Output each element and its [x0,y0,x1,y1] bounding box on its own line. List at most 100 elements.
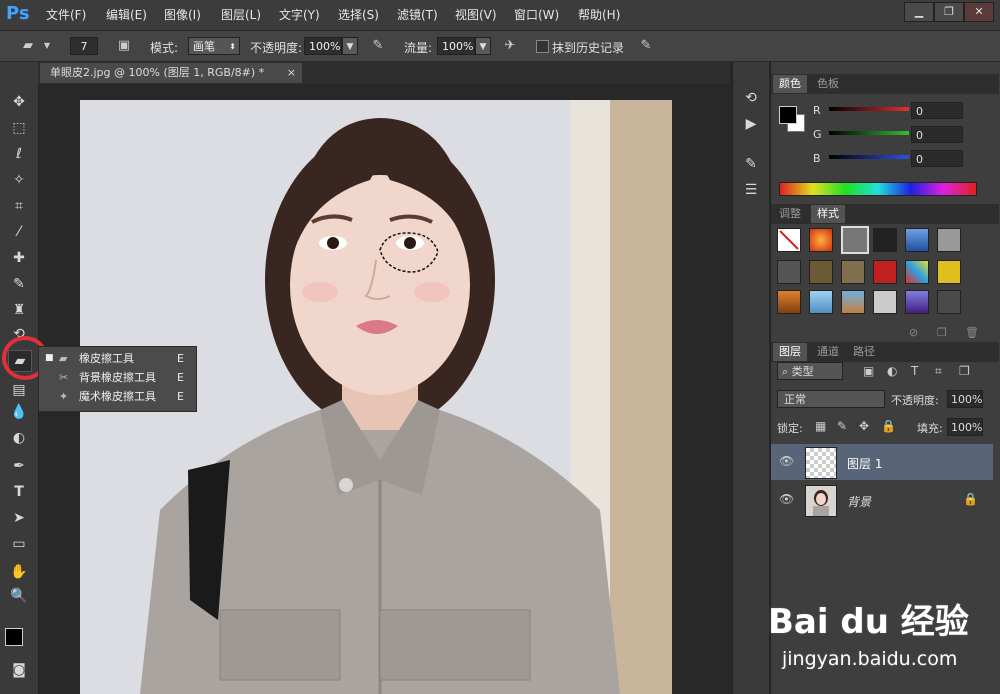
channel-b-input[interactable]: 0 [911,150,963,167]
flyout-item-background-eraser[interactable]: ✂ 背景橡皮擦工具 E [39,368,194,387]
lock-transparency-icon[interactable]: ▦ [815,419,826,433]
brush-presets-icon[interactable]: ✎ [740,154,762,174]
channel-r-input[interactable]: 0 [911,102,963,119]
actions-play-icon[interactable]: ▶ [740,114,762,134]
style-swatch-7[interactable] [777,260,801,284]
menu-image[interactable]: 图像(I) [164,6,201,23]
quick-mask-icon[interactable]: ◙ [8,660,30,680]
opacity-dropdown-icon[interactable]: ▼ [342,37,358,55]
style-swatch-15[interactable] [841,290,865,314]
pressure-size-icon[interactable]: ✎ [636,38,656,54]
tab-adjustments[interactable]: 调整 [773,205,807,223]
style-swatch-11[interactable] [905,260,929,284]
opacity-input[interactable]: 100% [304,37,342,55]
blur-tool-icon[interactable]: 💧 [8,402,30,422]
channel-r-slider[interactable] [829,107,909,111]
history-panel-icon[interactable]: ⟲ [740,88,762,108]
style-swatch-14[interactable] [809,290,833,314]
filter-shape-icon[interactable]: ⌗ [935,364,942,379]
type-tool-icon[interactable]: T [8,482,30,502]
color-spectrum-bar[interactable] [779,182,977,196]
hand-tool-icon[interactable]: ✋ [8,562,30,582]
blend-mode-select[interactable]: 正常 [777,390,885,408]
tab-color[interactable]: 颜色 [773,75,807,93]
tab-channels[interactable]: 通道 [811,343,845,361]
delete-style-icon[interactable]: 🗑 [965,326,979,339]
crop-tool-icon[interactable]: ⌗ [8,196,30,216]
marquee-tool-icon[interactable]: ⬚ [8,118,30,138]
menu-edit[interactable]: 编辑(E) [106,6,147,23]
flow-input[interactable]: 100% [437,37,475,55]
tab-paths[interactable]: 路径 [847,343,881,361]
style-swatch-5[interactable] [905,228,929,252]
move-tool-icon[interactable]: ✥ [8,92,30,112]
filter-smart-icon[interactable]: ❐ [959,364,970,378]
new-style-icon[interactable]: ❐ [937,326,947,339]
style-swatch-6[interactable] [937,228,961,252]
fill-input[interactable]: 100% [947,418,983,436]
menu-help[interactable]: 帮助(H) [578,6,620,23]
tab-swatches[interactable]: 色板 [811,75,845,93]
restore-icon[interactable]: ❐ [934,2,964,22]
close-tab-icon[interactable]: × [287,63,296,83]
layer-row-background[interactable]: 👁 背景 🔒 [771,482,993,518]
visibility-eye-icon[interactable]: 👁 [779,492,794,506]
style-swatch-16[interactable] [873,290,897,314]
channel-b-slider[interactable] [829,155,909,159]
dodge-tool-icon[interactable]: ◐ [8,428,30,448]
document-tab[interactable]: 单眼皮2.jpg @ 100% (图层 1, RGB/8#) * × [40,63,302,83]
path-select-tool-icon[interactable]: ➤ [8,508,30,528]
stamp-tool-icon[interactable]: ♜ [8,300,30,320]
style-swatch-3[interactable] [841,226,869,254]
menu-file[interactable]: 文件(F) [46,6,86,23]
style-swatch-8[interactable] [809,260,833,284]
menu-filter[interactable]: 滤镜(T) [397,6,438,23]
style-swatch-9[interactable] [841,260,865,284]
layer-opacity-input[interactable]: 100% [947,390,983,408]
minimize-icon[interactable]: ▁ [904,2,934,22]
style-none-swatch[interactable] [777,228,801,252]
lock-pixels-icon[interactable]: ✎ [837,419,847,433]
layer-filter-select[interactable]: ⌕ 类型 [777,362,843,380]
flyout-item-magic-eraser[interactable]: ✦ 魔术橡皮擦工具 E [39,387,194,406]
lasso-tool-icon[interactable]: ℓ [8,144,30,164]
close-icon[interactable]: ✕ [964,2,994,22]
healing-brush-tool-icon[interactable]: ✚ [8,248,30,268]
menu-select[interactable]: 选择(S) [338,6,379,23]
menu-window[interactable]: 窗口(W) [514,6,559,23]
filter-type-icon[interactable]: T [911,364,918,378]
adjust-sliders-icon[interactable]: ☰ [740,180,762,200]
foreground-color-swatch[interactable] [5,628,23,646]
gradient-tool-icon[interactable]: ▤ [8,380,30,400]
lock-all-icon[interactable]: 🔒 [881,419,896,433]
flow-dropdown-icon[interactable]: ▼ [475,37,491,55]
lock-position-icon[interactable]: ✥ [859,419,869,433]
menu-layer[interactable]: 图层(L) [221,6,261,23]
brush-tool-icon[interactable]: ✎ [8,274,30,294]
mode-select[interactable]: 画笔 ⬍ [188,37,240,55]
airbrush-icon[interactable]: ✈ [500,38,520,54]
style-swatch-13[interactable] [777,290,801,314]
style-swatch-18[interactable] [937,290,961,314]
tab-styles[interactable]: 样式 [811,205,845,223]
tab-layers[interactable]: 图层 [773,343,807,361]
filter-adjust-icon[interactable]: ◐ [887,364,897,378]
filter-pixel-icon[interactable]: ▣ [863,364,874,378]
channel-g-input[interactable]: 0 [911,126,963,143]
zoom-tool-icon[interactable]: 🔍 [8,586,30,606]
menu-view[interactable]: 视图(V) [455,6,497,23]
eyedropper-tool-icon[interactable]: ⁄ [8,222,30,242]
clear-style-icon[interactable]: ⊘ [909,326,918,339]
style-swatch-2[interactable] [809,228,833,252]
style-swatch-10[interactable] [873,260,897,284]
visibility-eye-icon[interactable]: 👁 [779,454,794,468]
menu-type[interactable]: 文字(Y) [279,6,320,23]
eraser-tool-preset-icon[interactable]: ▰ [18,38,38,54]
chevron-down-icon[interactable]: ▼ [42,38,52,54]
color-panel-fg-swatch[interactable] [779,106,797,124]
layer-row-layer1[interactable]: 👁 图层 1 [771,444,993,480]
shape-tool-icon[interactable]: ▭ [8,534,30,554]
pressure-opacity-icon[interactable]: ✎ [368,38,388,54]
history-checkbox[interactable] [536,40,549,53]
pen-tool-icon[interactable]: ✒ [8,456,30,476]
